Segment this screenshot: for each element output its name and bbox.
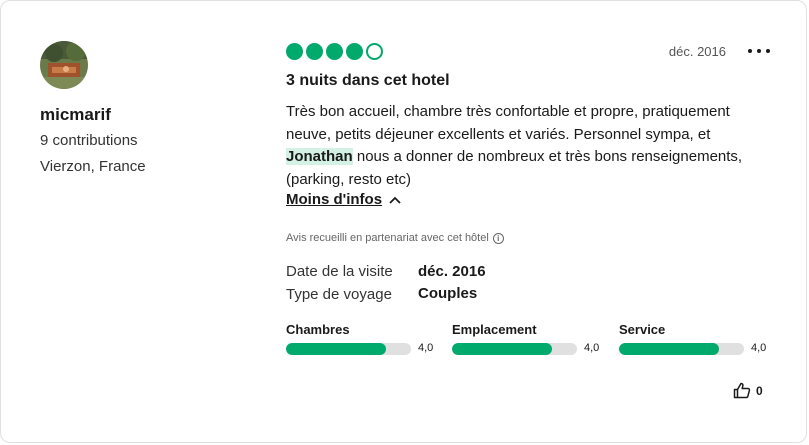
- subscore-bar: [619, 343, 744, 355]
- subscore-value: 4,0: [584, 342, 600, 354]
- rating-bubble-full: [346, 43, 363, 60]
- subscore-bar-fill: [452, 343, 552, 355]
- partner-note-label: Avis recueilli en partenariat avec cet h…: [286, 232, 489, 244]
- subscore-label: Emplacement: [452, 322, 537, 337]
- subscore-label: Service: [619, 322, 666, 337]
- helpful-count: 0: [756, 383, 763, 398]
- rating-bubbles: [286, 43, 383, 60]
- avatar[interactable]: [40, 41, 88, 89]
- review-date: déc. 2016: [668, 44, 726, 59]
- subscore-bar: [286, 343, 411, 355]
- detail-value-visit-date: déc. 2016: [418, 263, 486, 280]
- rating-bubble-full: [326, 43, 343, 60]
- reviewer-location: Vierzon, France: [40, 158, 146, 175]
- detail-label-trip-type: Type de voyage: [286, 286, 392, 303]
- subscore-service: Service 4,0: [619, 322, 779, 355]
- less-info-label: Moins d'infos: [286, 191, 383, 208]
- subscore-rooms: Chambres 4,0: [286, 322, 446, 355]
- review-text-part: Très bon accueil, chambre très confortab…: [286, 103, 730, 143]
- rating-bubble-full: [306, 43, 323, 60]
- subscore-bar-fill: [619, 343, 719, 355]
- subscore-value: 4,0: [418, 342, 434, 354]
- review-card: micmarif 9 contributions Vierzon, France…: [0, 0, 807, 443]
- chevron-up-icon: [389, 196, 401, 204]
- reviewer-name[interactable]: micmarif: [40, 105, 111, 125]
- rating-bubble-full: [286, 43, 303, 60]
- reviewer-contributions: 9 contributions: [40, 132, 138, 149]
- subscore-bar-fill: [286, 343, 386, 355]
- helpful-vote-button[interactable]: 0: [733, 382, 763, 399]
- review-title[interactable]: 3 nuits dans cet hotel: [286, 72, 450, 90]
- subscore-label: Chambres: [286, 322, 350, 337]
- thumbs-up-icon: [733, 382, 751, 399]
- subscore-location: Emplacement 4,0: [452, 322, 612, 355]
- more-dots-icon[interactable]: [748, 43, 770, 59]
- review-text-part: nous a donner de nombreux et très bons r…: [286, 148, 743, 188]
- rating-bubble-empty: [366, 43, 383, 60]
- partner-note: Avis recueilli en partenariat avec cet h…: [286, 232, 504, 244]
- detail-value-trip-type: Couples: [418, 285, 478, 302]
- review-text-highlight: Jonathan: [286, 148, 353, 165]
- review-text: Très bon accueil, chambre très confortab…: [286, 101, 776, 191]
- subscore-bar: [452, 343, 577, 355]
- info-icon[interactable]: i: [492, 232, 504, 244]
- subscore-value: 4,0: [751, 342, 767, 354]
- less-info-link[interactable]: Moins d'infos: [286, 191, 402, 208]
- detail-label-visit-date: Date de la visite: [286, 263, 393, 280]
